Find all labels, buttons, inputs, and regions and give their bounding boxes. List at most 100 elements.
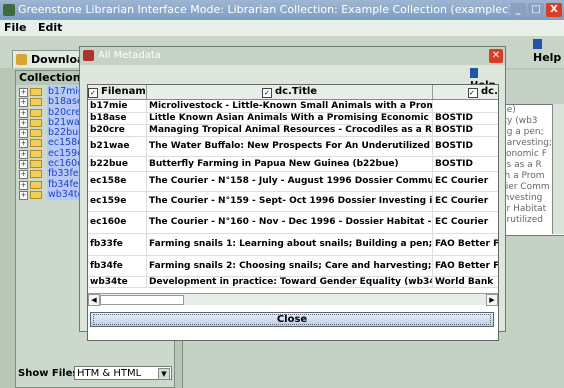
tree-item-label: fb33fe	[47, 168, 80, 180]
column-label: dc.Cr	[481, 86, 498, 97]
maximize-button[interactable]: □	[528, 3, 544, 17]
cell-title[interactable]: Little Known Asian Animals With a Promis…	[147, 112, 433, 124]
table-row[interactable]: b21wae The Water Buffalo: New Prospects F…	[88, 136, 498, 157]
expand-icon[interactable]: +	[19, 98, 28, 108]
cell-title[interactable]: The Courier - N°159 - Sept- Oct 1996 Dos…	[147, 191, 433, 211]
table-header: ✓Filename ✓dc.Title ✓dc.Cr	[88, 85, 498, 100]
dialog-app-icon	[83, 50, 94, 61]
cell-creator[interactable]: FAO Better Far	[433, 255, 498, 276]
chevron-down-icon[interactable]: ▼	[158, 368, 170, 380]
cell-filename[interactable]: wb34te	[88, 276, 147, 287]
expand-icon[interactable]: +	[19, 160, 28, 170]
cell-filename[interactable]: b22bue	[88, 156, 147, 171]
column-checkbox[interactable]: ✓	[468, 88, 478, 98]
expand-icon[interactable]: +	[19, 180, 28, 190]
expand-icon[interactable]: +	[19, 170, 28, 180]
focus-ring	[93, 314, 491, 325]
cell-creator[interactable]: EC Courier	[433, 171, 498, 191]
scroll-right-icon[interactable]: ▶	[486, 294, 498, 306]
table-row[interactable]: fb34fe Farming snails 2: Choosing snails;…	[88, 255, 498, 277]
folder-icon	[30, 180, 42, 189]
column-header-creator[interactable]: ✓dc.Cr	[433, 85, 498, 99]
help-book-icon	[533, 39, 542, 49]
folder-icon	[30, 139, 42, 148]
table-row[interactable]: fb33fe Farming snails 1: Learning about s…	[88, 233, 498, 256]
dialog-title-bar: All Metadata ✕	[80, 47, 505, 65]
table-row[interactable]: ec159e The Courier - N°159 - Sept- Oct 19…	[88, 191, 498, 212]
cell-title[interactable]: Farming snails 2: Choosing snails; Care …	[147, 255, 433, 276]
cell-title[interactable]: The Courier - N°158 - July - August 1996…	[147, 171, 433, 191]
cell-creator[interactable]: FAO Better Far	[433, 233, 498, 255]
column-header-title[interactable]: ✓ dc.Title	[147, 85, 433, 99]
menu-bar: File Edit	[0, 20, 564, 36]
cell-filename[interactable]: fb34fe	[88, 255, 147, 276]
cell-title[interactable]: The Courier - N°160 - Nov - Dec 1996 - D…	[147, 211, 433, 233]
dialog-title: All Metadata	[98, 50, 161, 61]
folder-icon	[30, 98, 42, 107]
cell-creator[interactable]: BOSTID	[433, 136, 498, 156]
cell-filename[interactable]: ec159e	[88, 191, 147, 211]
cell-filename[interactable]: ec158e	[88, 171, 147, 191]
help-book-icon	[470, 68, 478, 78]
cell-title[interactable]: Development in practice: Toward Gender E…	[147, 276, 433, 287]
expand-icon[interactable]: +	[19, 129, 28, 139]
main-help-label: Help	[533, 51, 562, 64]
expand-icon[interactable]: +	[19, 88, 28, 97]
expand-icon[interactable]: +	[19, 108, 28, 118]
cell-creator[interactable]: EC Courier	[433, 211, 498, 233]
folder-icon	[30, 149, 42, 158]
scroll-left-icon[interactable]: ◀	[88, 294, 100, 306]
cell-creator[interactable]	[433, 100, 498, 112]
expand-icon[interactable]: +	[19, 190, 28, 200]
table-row[interactable]: ec158e The Courier - N°158 - July - Augus…	[88, 171, 498, 192]
minimize-button[interactable]: _	[510, 3, 526, 17]
dialog-close-icon[interactable]: ✕	[489, 49, 503, 63]
metadata-table: ✓Filename ✓dc.Title ✓dc.Cr b17mieMicroli…	[87, 84, 499, 341]
tab-download[interactable]: Download	[12, 50, 84, 68]
cell-title[interactable]: Farming snails 1: Learning about snails;…	[147, 233, 433, 255]
folder-icon	[30, 160, 42, 169]
expand-icon[interactable]: +	[19, 118, 28, 128]
table-row[interactable]: b22bue Butterfly Farming in Papua New Gui…	[88, 156, 498, 172]
cell-filename[interactable]: ec160e	[88, 211, 147, 233]
window-close-button[interactable]: X	[546, 3, 562, 17]
main-help-menu[interactable]: Help	[533, 38, 564, 64]
show-files-value: HTM & HTML	[77, 368, 142, 379]
cell-title[interactable]: Butterfly Farming in Papua New Guinea (b…	[147, 156, 433, 171]
column-checkbox[interactable]: ✓	[261, 88, 272, 98]
folder-icon	[30, 118, 42, 127]
close-button[interactable]: Close	[90, 312, 494, 327]
expand-icon[interactable]: +	[19, 149, 28, 159]
cell-filename[interactable]: b17mie	[88, 100, 147, 112]
horizontal-scrollbar[interactable]: ◀ ▶	[88, 293, 498, 306]
download-icon	[16, 54, 27, 65]
cell-filename[interactable]: b18ase	[88, 112, 147, 124]
cell-title[interactable]: The Water Buffalo: New Prospects For An …	[147, 136, 433, 156]
cell-creator[interactable]: BOSTID	[433, 156, 498, 171]
cell-filename[interactable]: b20cre	[88, 124, 147, 136]
window-controls: _ □ X	[510, 3, 562, 17]
menu-edit[interactable]: Edit	[38, 20, 62, 36]
folder-icon	[30, 108, 42, 117]
cell-creator[interactable]: BOSTID	[433, 112, 498, 124]
folder-icon	[30, 170, 42, 179]
table-row[interactable]: ec160e The Courier - N°160 - Nov - Dec 19…	[88, 211, 498, 234]
cell-creator[interactable]: BOSTID	[433, 124, 498, 136]
menu-file[interactable]: File	[4, 20, 27, 36]
all-metadata-dialog: All Metadata ✕ Help ✓Filename ✓dc.Title …	[79, 46, 506, 341]
expand-icon[interactable]: +	[19, 139, 28, 149]
app-icon	[3, 4, 15, 16]
cell-creator[interactable]: World Bank	[433, 276, 498, 287]
column-checkbox[interactable]: ✓	[88, 88, 98, 98]
preview-scrollbar[interactable]	[552, 104, 564, 234]
folder-icon	[30, 190, 42, 199]
cell-filename[interactable]: b21wae	[88, 136, 147, 156]
column-header-filename[interactable]: ✓Filename	[88, 85, 147, 99]
cell-creator[interactable]: EC Courier	[433, 191, 498, 211]
cell-title[interactable]: Managing Tropical Animal Resources - Cro…	[147, 124, 433, 136]
cell-filename[interactable]: fb33fe	[88, 233, 147, 255]
scroll-thumb[interactable]	[100, 295, 184, 305]
table-row[interactable]: wb34te Development in practice: Toward Ge…	[88, 276, 498, 288]
show-files-select[interactable]: HTM & HTML ▼	[74, 366, 172, 380]
cell-title[interactable]: Microlivestock - Little-Known Small Anim…	[147, 100, 433, 112]
